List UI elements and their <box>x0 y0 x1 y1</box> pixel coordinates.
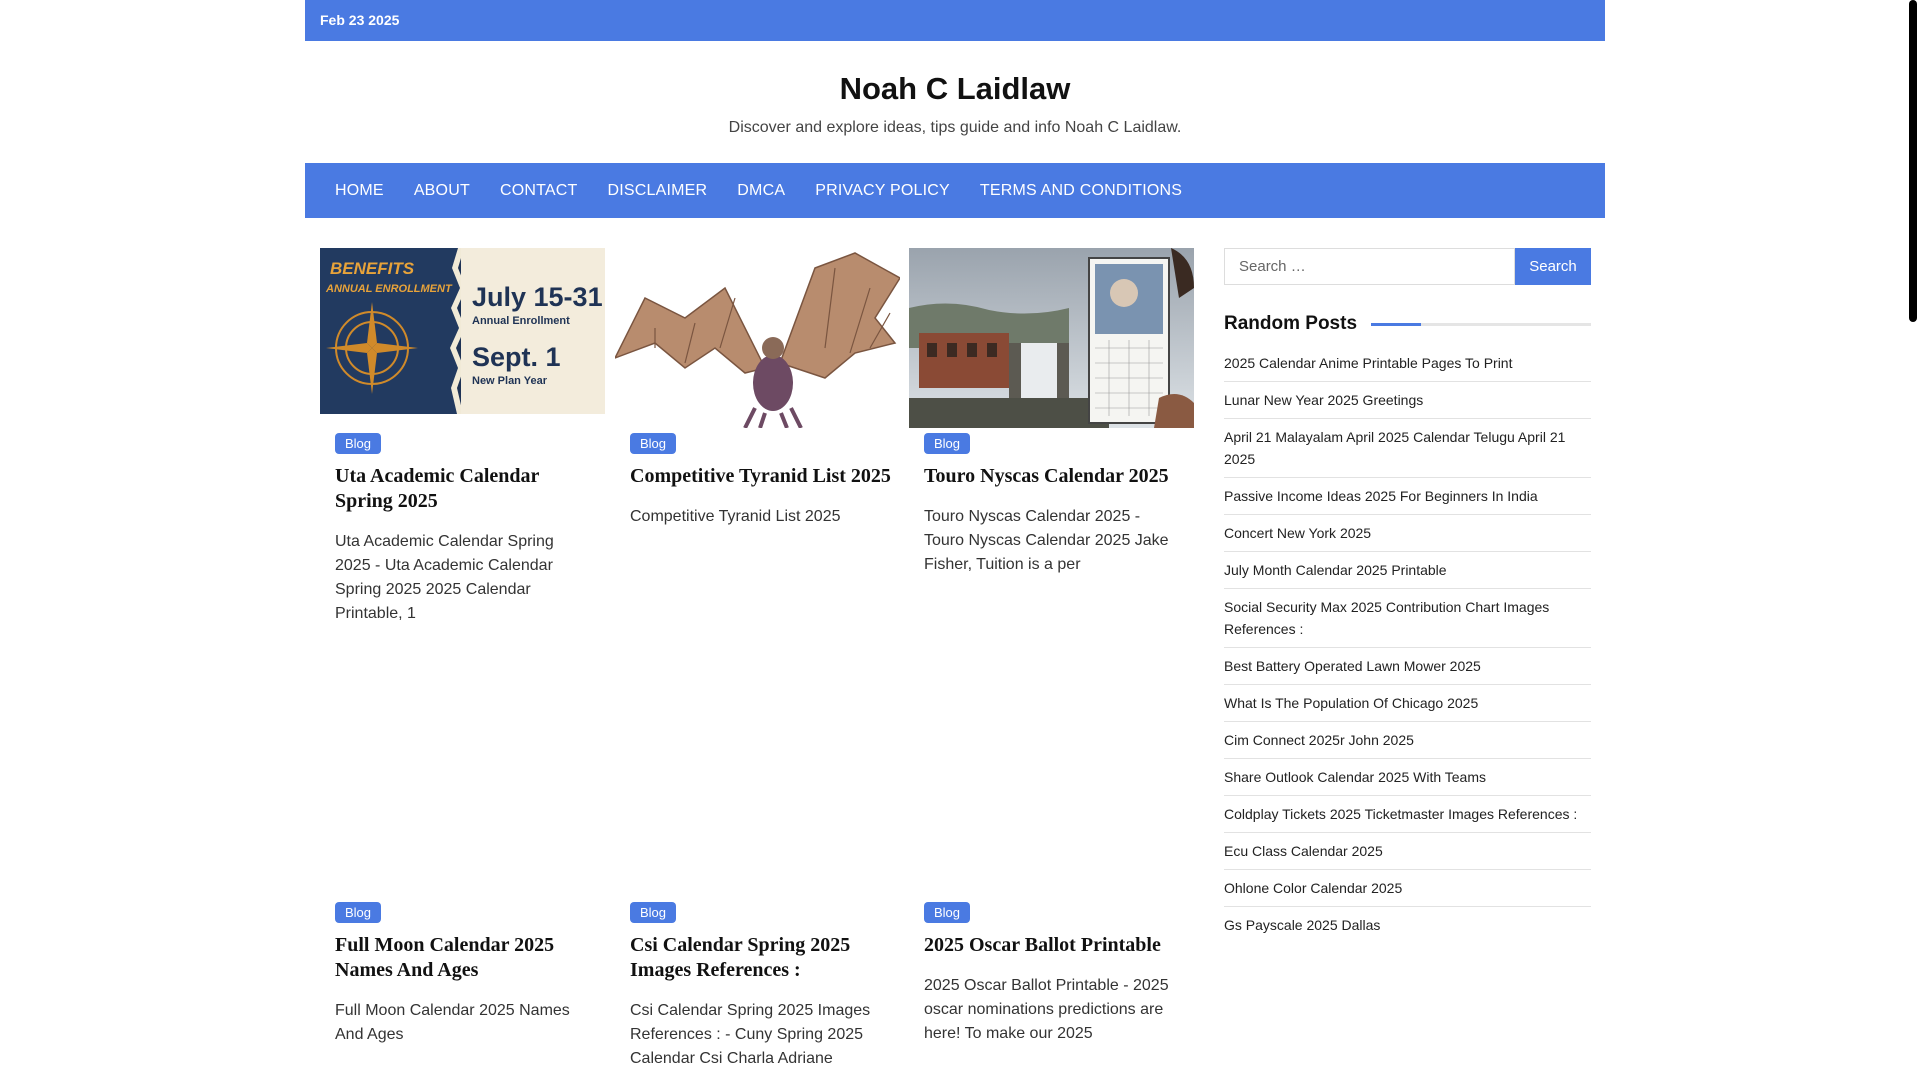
category-tag[interactable]: Blog <box>924 433 971 454</box>
search-button[interactable]: Search <box>1515 248 1591 285</box>
site-title[interactable]: Noah C Laidlaw <box>305 71 1605 107</box>
nav-disclaimer[interactable]: DISCLAIMER <box>607 182 707 200</box>
post-card: Blog Uta Academic Calendar Spring 2025 U… <box>335 433 585 626</box>
nav-home[interactable]: HOME <box>335 182 384 200</box>
tyranid-figure-image <box>615 248 900 428</box>
post-excerpt: 2025 Oscar Ballot Printable - 2025 oscar… <box>924 977 1169 1042</box>
post-card: Blog Competitive Tyranid List 2025 Compe… <box>630 433 900 529</box>
random-post-link[interactable]: Passive Income Ideas 2025 For Beginners … <box>1224 478 1591 515</box>
post-excerpt: Competitive Tyranid List 2025 <box>630 508 841 525</box>
category-tag[interactable]: Blog <box>630 902 677 923</box>
post-title[interactable]: Uta Academic Calendar Spring 2025 <box>335 464 585 514</box>
random-post-link[interactable]: July Month Calendar 2025 Printable <box>1224 552 1591 589</box>
svg-text:July 15-31: July 15-31 <box>472 282 603 312</box>
post-excerpt: Uta Academic Calendar Spring 2025 - Uta … <box>335 533 554 622</box>
current-date: Feb 23 2025 <box>320 12 400 28</box>
svg-text:ANNUAL ENROLLMENT: ANNUAL ENROLLMENT <box>325 283 453 295</box>
search-form: Search <box>1224 248 1591 285</box>
post-card: Blog Csi Calendar Spring 2025 Images Ref… <box>630 902 890 1071</box>
widget-title-divider <box>1371 322 1591 326</box>
sidebar: Search Random Posts 2025 Calendar Anime … <box>1224 248 1591 943</box>
random-post-link[interactable]: Lunar New Year 2025 Greetings <box>1224 382 1591 419</box>
random-post-link[interactable]: Coldplay Tickets 2025 Ticketmaster Image… <box>1224 796 1591 833</box>
svg-text:Sept. 1: Sept. 1 <box>472 342 561 372</box>
random-post-link[interactable]: Cim Connect 2025r John 2025 <box>1224 722 1591 759</box>
svg-text:Annual Enrollment: Annual Enrollment <box>472 315 570 327</box>
random-post-link[interactable]: Social Security Max 2025 Contribution Ch… <box>1224 589 1591 648</box>
top-bar: Feb 23 2025 <box>305 0 1605 41</box>
post-title[interactable]: Touro Nyscas Calendar 2025 <box>924 464 1179 489</box>
site-branding: Noah C Laidlaw Discover and explore idea… <box>305 41 1605 163</box>
category-tag[interactable]: Blog <box>630 433 677 454</box>
waterfall-calendar-image <box>909 248 1194 428</box>
search-input[interactable] <box>1224 248 1515 285</box>
nav-about[interactable]: ABOUT <box>414 182 470 200</box>
nav-privacy-policy[interactable]: PRIVACY POLICY <box>815 182 950 200</box>
post-excerpt: Touro Nyscas Calendar 2025 - Touro Nysca… <box>924 508 1169 573</box>
category-tag[interactable]: Blog <box>335 433 382 454</box>
post-card: Blog 2025 Oscar Ballot Printable 2025 Os… <box>924 902 1179 1046</box>
random-post-link[interactable]: April 21 Malayalam April 2025 Calendar T… <box>1224 419 1591 478</box>
random-post-link[interactable]: What Is The Population Of Chicago 2025 <box>1224 685 1591 722</box>
nav-terms-and-conditions[interactable]: TERMS AND CONDITIONS <box>980 182 1182 200</box>
main-navigation: HOME ABOUT CONTACT DISCLAIMER DMCA PRIVA… <box>305 163 1605 218</box>
post-excerpt: Csi Calendar Spring 2025 Images Referenc… <box>630 1002 871 1067</box>
site-tagline: Discover and explore ideas, tips guide a… <box>728 119 1182 136</box>
random-post-link[interactable]: Ohlone Color Calendar 2025 <box>1224 870 1591 907</box>
post-thumbnail-tyranid[interactable] <box>615 248 900 428</box>
benefits-banner-image: BENEFITS ANNUAL ENROLLMENT July 15-31 An… <box>320 248 605 414</box>
post-card: Blog Full Moon Calendar 2025 Names And A… <box>335 902 585 1047</box>
post-card: Blog Touro Nyscas Calendar 2025 Touro Ny… <box>924 433 1179 577</box>
random-posts-title: Random Posts <box>1224 313 1358 334</box>
svg-text:New Plan Year: New Plan Year <box>472 375 548 387</box>
page-wrapper: Feb 23 2025 Noah C Laidlaw Discover and … <box>305 0 1605 1080</box>
random-post-link[interactable]: Best Battery Operated Lawn Mower 2025 <box>1224 648 1591 685</box>
post-thumbnail-benefits[interactable]: BENEFITS ANNUAL ENROLLMENT July 15-31 An… <box>320 248 605 414</box>
random-post-link[interactable]: Gs Payscale 2025 Dallas <box>1224 907 1591 943</box>
svg-text:BENEFITS: BENEFITS <box>330 259 415 278</box>
random-post-link[interactable]: Share Outlook Calendar 2025 With Teams <box>1224 759 1591 796</box>
random-post-link[interactable]: Ecu Class Calendar 2025 <box>1224 833 1591 870</box>
category-tag[interactable]: Blog <box>924 902 971 923</box>
category-tag[interactable]: Blog <box>335 902 382 923</box>
random-posts-list: 2025 Calendar Anime Printable Pages To P… <box>1224 345 1591 943</box>
post-title[interactable]: Competitive Tyranid List 2025 <box>630 464 900 489</box>
nav-dmca[interactable]: DMCA <box>737 182 785 200</box>
scrollbar-thumb[interactable] <box>1909 0 1917 322</box>
random-post-link[interactable]: Concert New York 2025 <box>1224 515 1591 552</box>
post-thumbnail-touro[interactable] <box>909 248 1194 428</box>
post-title[interactable]: Csi Calendar Spring 2025 Images Referenc… <box>630 933 890 983</box>
random-posts-header: Random Posts <box>1224 313 1591 335</box>
page-scrollbar[interactable] <box>1905 0 1920 1080</box>
post-excerpt: Full Moon Calendar 2025 Names And Ages <box>335 1002 570 1043</box>
post-title[interactable]: 2025 Oscar Ballot Printable <box>924 933 1179 958</box>
nav-contact[interactable]: CONTACT <box>500 182 578 200</box>
random-post-link[interactable]: 2025 Calendar Anime Printable Pages To P… <box>1224 345 1591 382</box>
post-title[interactable]: Full Moon Calendar 2025 Names And Ages <box>335 933 585 983</box>
